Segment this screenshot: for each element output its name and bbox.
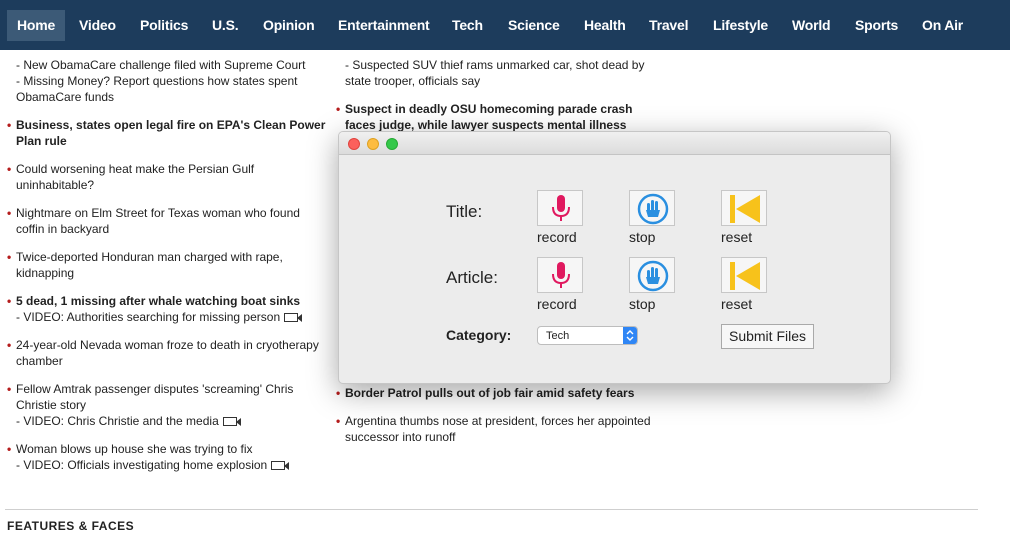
bullet-icon: •: [7, 206, 12, 220]
window-titlebar[interactable]: [339, 132, 890, 155]
category-label: Category:: [446, 327, 512, 343]
title-reset-caption: reset: [721, 229, 753, 245]
sub-link[interactable]: state trooper, officials say: [345, 73, 666, 89]
bullet-icon: •: [7, 250, 12, 264]
headline-link[interactable]: Could worsening heat make the Persian Gu…: [16, 161, 327, 193]
list-item: • Twice-deported Honduran man charged wi…: [7, 249, 327, 281]
list-item: • Woman blows up house she was trying to…: [7, 441, 327, 473]
nav-entertainment[interactable]: Entertainment: [338, 10, 430, 41]
bullet-icon: •: [7, 382, 12, 396]
article-stop-button[interactable]: [629, 257, 675, 293]
title-record-caption: record: [537, 229, 577, 245]
microphone-icon: [552, 195, 570, 221]
category-select-value: Tech: [546, 330, 570, 342]
sub-link[interactable]: - Missing Money? Report questions how st…: [16, 73, 327, 89]
close-button[interactable]: [348, 138, 360, 150]
stop-hand-icon: [637, 260, 669, 292]
headline-link[interactable]: Argentina thumbs nose at president, forc…: [345, 413, 666, 445]
article-record-button[interactable]: [537, 257, 583, 293]
list-item: - New ObamaCare challenge filed with Sup…: [7, 57, 327, 105]
sub-link[interactable]: - VIDEO: Chris Christie and the media: [16, 414, 219, 428]
headline-link[interactable]: Suspect in deadly OSU homecoming parade …: [345, 101, 666, 133]
bullet-icon: •: [7, 118, 12, 132]
nav-lifestyle[interactable]: Lifestyle: [713, 10, 768, 41]
left-news-column: - New ObamaCare challenge filed with Sup…: [7, 57, 327, 485]
title-label: Title:: [446, 202, 483, 221]
nav-world[interactable]: World: [792, 10, 831, 41]
section-header: FEATURES & FACES: [7, 519, 135, 533]
nav-home[interactable]: Home: [7, 10, 66, 41]
list-item: • Nightmare on Elm Street for Texas woma…: [7, 205, 327, 237]
article-stop-caption: stop: [629, 296, 656, 312]
video-camera-icon: [222, 417, 241, 427]
skip-back-icon: [730, 195, 760, 223]
recorder-window: Title: record stop reset Article: record…: [338, 131, 891, 384]
nav-us[interactable]: U.S.: [212, 10, 239, 41]
list-item: • Fellow Amtrak passenger disputes 'scre…: [7, 381, 327, 429]
bullet-icon: •: [7, 294, 12, 308]
chevron-updown-icon: [623, 327, 637, 344]
headline-link[interactable]: 5 dead, 1 missing after whale watching b…: [16, 293, 327, 309]
headline-link[interactable]: Twice-deported Honduran man charged with…: [16, 249, 327, 281]
list-item: • Suspect in deadly OSU homecoming parad…: [336, 101, 666, 133]
headline-link[interactable]: 24-year-old Nevada woman froze to death …: [16, 337, 327, 369]
article-label: Article:: [446, 268, 498, 287]
nav-opinion[interactable]: Opinion: [263, 10, 315, 41]
right-news-bottom: • Border Patrol pulls out of job fair am…: [336, 385, 666, 457]
bullet-icon: •: [336, 102, 341, 116]
sub-line: - VIDEO: Chris Christie and the media: [16, 413, 327, 429]
stop-hand-icon: [637, 193, 669, 225]
minimize-button[interactable]: [367, 138, 379, 150]
article-record-caption: record: [537, 296, 577, 312]
headline-link[interactable]: Fellow Amtrak passenger disputes 'scream…: [16, 381, 327, 413]
bullet-icon: •: [336, 386, 341, 400]
list-item: • 5 dead, 1 missing after whale watching…: [7, 293, 327, 325]
article-reset-button[interactable]: [721, 257, 767, 293]
nav-science[interactable]: Science: [508, 10, 560, 41]
nav-health[interactable]: Health: [584, 10, 626, 41]
section-divider: [5, 509, 978, 510]
video-camera-icon: [271, 461, 290, 471]
video-camera-icon: [284, 313, 303, 323]
nav-politics[interactable]: Politics: [140, 10, 188, 41]
list-item: • Border Patrol pulls out of job fair am…: [336, 385, 666, 401]
zoom-button[interactable]: [386, 138, 398, 150]
article-reset-caption: reset: [721, 296, 753, 312]
bullet-icon: •: [7, 162, 12, 176]
microphone-icon: [552, 262, 570, 288]
bullet-icon: •: [336, 414, 341, 428]
title-stop-caption: stop: [629, 229, 656, 245]
list-item: • Business, states open legal fire on EP…: [7, 117, 327, 149]
headline-link[interactable]: Border Patrol pulls out of job fair amid…: [345, 385, 666, 401]
bullet-icon: •: [7, 338, 12, 352]
title-record-button[interactable]: [537, 190, 583, 226]
submit-files-button[interactable]: Submit Files: [721, 324, 814, 349]
title-stop-button[interactable]: [629, 190, 675, 226]
list-item: - Suspected SUV thief rams unmarked car,…: [336, 57, 666, 89]
title-reset-button[interactable]: [721, 190, 767, 226]
nav-tech[interactable]: Tech: [452, 10, 483, 41]
headline-link[interactable]: Nightmare on Elm Street for Texas woman …: [16, 205, 327, 237]
sub-link[interactable]: - VIDEO: Officials investigating home ex…: [16, 458, 267, 472]
bullet-icon: •: [7, 442, 12, 456]
skip-back-icon: [730, 262, 760, 290]
sub-line: - VIDEO: Authorities searching for missi…: [16, 309, 327, 325]
sub-link[interactable]: - Suspected SUV thief rams unmarked car,…: [345, 57, 666, 73]
category-select[interactable]: Tech: [537, 326, 638, 345]
sub-link[interactable]: - VIDEO: Authorities searching for missi…: [16, 310, 280, 324]
nav-on-air[interactable]: On Air: [922, 10, 963, 41]
headline-link[interactable]: Woman blows up house she was trying to f…: [16, 441, 327, 457]
headline-link[interactable]: Business, states open legal fire on EPA'…: [16, 117, 327, 149]
list-item: • 24-year-old Nevada woman froze to deat…: [7, 337, 327, 369]
nav-video[interactable]: Video: [79, 10, 116, 41]
sub-line: - VIDEO: Officials investigating home ex…: [16, 457, 327, 473]
sub-link[interactable]: - New ObamaCare challenge filed with Sup…: [16, 57, 327, 73]
list-item: • Argentina thumbs nose at president, fo…: [336, 413, 666, 445]
nav-sports[interactable]: Sports: [855, 10, 898, 41]
top-navigation: Home Video Politics U.S. Opinion Enterta…: [0, 0, 1010, 50]
sub-link[interactable]: ObamaCare funds: [16, 89, 327, 105]
list-item: • Could worsening heat make the Persian …: [7, 161, 327, 193]
nav-travel[interactable]: Travel: [649, 10, 688, 41]
